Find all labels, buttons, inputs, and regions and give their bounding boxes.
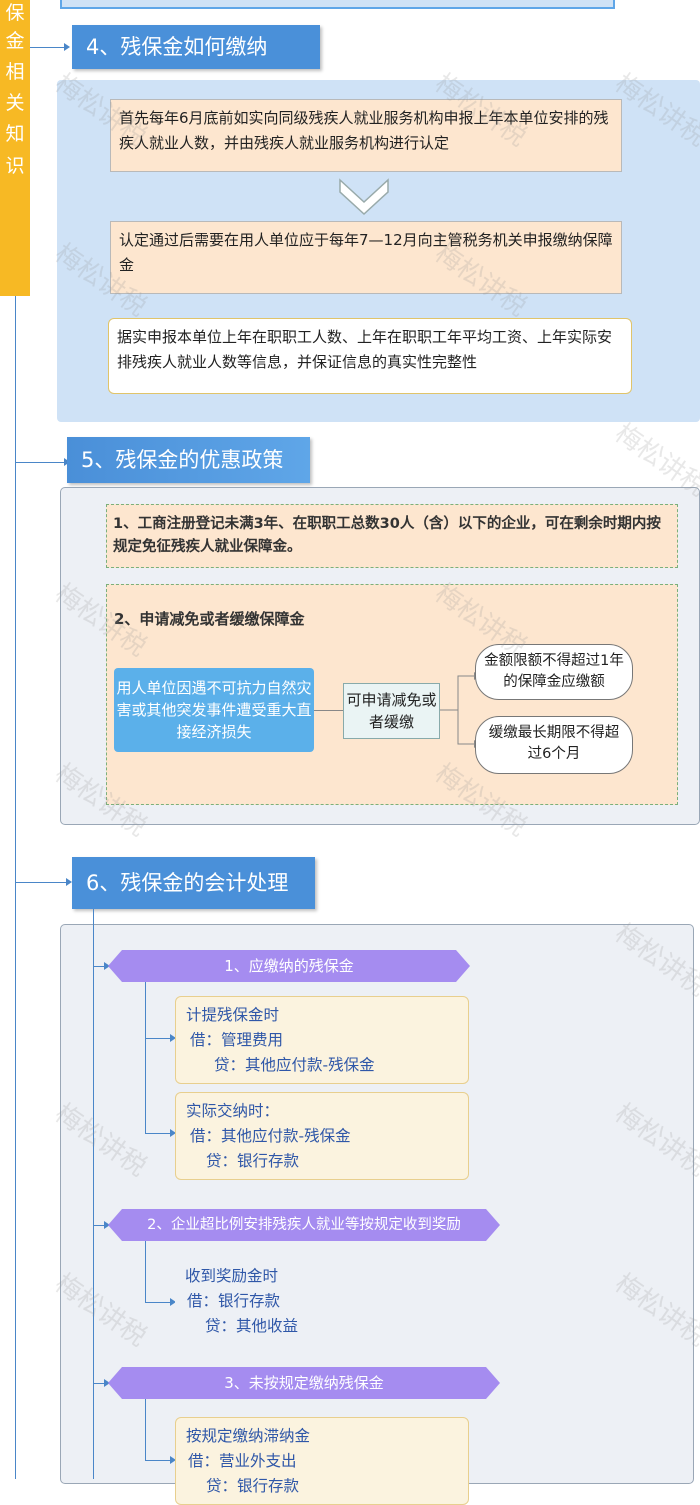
chevron-down-icon: [339, 178, 389, 216]
entry-reward-title: 收到奖励金时: [185, 1267, 279, 1285]
entry-accrual: 计提残保金时 借：管理费用 贷：其他应付款-残保金: [175, 996, 469, 1084]
connector-s5: [15, 462, 65, 463]
sidebar-char: 识: [5, 155, 25, 177]
sidebar-char: 知: [5, 123, 25, 145]
entry-late-fee: 按规定缴纳滞纳金 借：营业外支出 贷：银行存款: [175, 1417, 469, 1505]
policy-1-box: 1、工商注册登记未满3年、在职职工总数30人（含）以下的企业，可在剩余时期内按规…: [106, 504, 678, 568]
cause-box: 用人单位因遇不可抗力自然灾害或其他突发事件遭受重大直接经济损失: [114, 668, 314, 752]
step-1-box: 首先每年6月底前如实向同级残疾人就业服务机构申报上年本单位安排的残疾人就业人数，…: [110, 99, 622, 172]
entry-payment-debit: 借：其他应付款-残保金: [190, 1127, 351, 1145]
connector-s6: [15, 882, 67, 883]
entry-reward-credit: 贷：其他收益: [205, 1317, 299, 1335]
result-1-oval: 金额限额不得超过1年的保障金应缴额: [475, 644, 633, 700]
result-2-oval: 缓缴最长期限不得超过6个月: [475, 716, 633, 774]
category-1-banner: 1、应缴纳的残保金: [108, 950, 470, 982]
entry-accrual-title: 计提残保金时: [186, 1006, 280, 1024]
sidebar-tab: 保 金 相 关 知 识: [0, 0, 30, 296]
sidebar-char: 金: [5, 30, 25, 52]
entry-payment-title: 实际交纳时：: [186, 1102, 280, 1120]
section-4-title: 4、残保金如何缴纳: [72, 25, 320, 69]
cat1-sub-branch-1: [145, 1038, 173, 1039]
sidebar-char: 保: [5, 2, 25, 24]
cat3-sub-branch: [145, 1460, 173, 1461]
entry-accrual-credit: 贷：其他应付款-残保金: [214, 1056, 375, 1074]
entry-reward-debit: 借：银行存款: [187, 1292, 281, 1310]
cat3-sub-line: [145, 1399, 146, 1461]
sidebar-char: 关: [5, 92, 25, 114]
action-box: 可申请减免或者缓缴: [343, 683, 440, 739]
cat2-sub-branch: [145, 1302, 173, 1303]
connector-cause-action: [314, 710, 344, 711]
section-5-title: 5、残保金的优惠政策: [67, 437, 310, 483]
entry-reward: 收到奖励金时 借：银行存款 贷：其他收益: [175, 1258, 469, 1346]
policy-2-title: 2、申请减免或者缓缴保障金: [114, 610, 305, 628]
sidebar-char: 相: [5, 61, 25, 83]
cat1-sub-line: [145, 982, 146, 1134]
arrow-s4: [64, 43, 70, 51]
tree-trunk-line: [15, 296, 16, 1479]
entry-late-fee-title: 按规定缴纳滞纳金: [186, 1427, 311, 1445]
cat2-sub-line: [145, 1241, 146, 1303]
section-6-title: 6、残保金的会计处理: [72, 857, 315, 909]
entry-payment: 实际交纳时： 借：其他应付款-残保金 贷：银行存款: [175, 1092, 469, 1180]
step-3-box: 据实申报本单位上年在职职工人数、上年在职职工年平均工资、上年实际安排残疾人就业人…: [108, 318, 632, 394]
entry-accrual-debit: 借：管理费用: [190, 1031, 284, 1049]
branch-connector: [440, 672, 480, 748]
entry-late-fee-credit: 贷：银行存款: [206, 1477, 300, 1495]
entry-late-fee-debit: 借：营业外支出: [188, 1452, 297, 1470]
category-3-banner: 3、未按规定缴纳残保金: [108, 1367, 500, 1399]
entry-payment-credit: 贷：银行存款: [206, 1152, 300, 1170]
category-2-banner: 2、企业超比例安排残疾人就业等按规定收到奖励: [108, 1209, 500, 1241]
connector-s4: [30, 47, 65, 48]
s6-tree-line: [93, 909, 94, 1479]
cat1-sub-branch-2: [145, 1133, 173, 1134]
previous-panel-edge: [60, 0, 615, 9]
step-2-box: 认定通过后需要在用人单位应于每年7—12月向主管税务机关申报缴纳保障金: [110, 221, 622, 294]
